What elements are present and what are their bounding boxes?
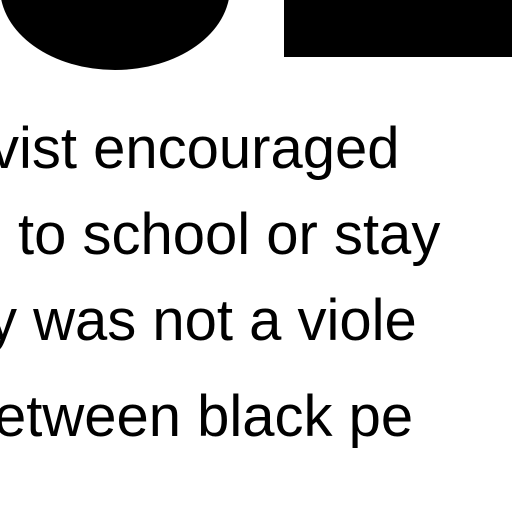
document-page: vist encouraged to school or stay y was … (0, 0, 512, 512)
text-line-1: vist encouraged (0, 116, 400, 181)
text-line-4: etween black pe (0, 384, 414, 449)
black-rectangle-graphic (284, 0, 512, 57)
text-line-2: to school or stay (18, 202, 441, 267)
text-line-3: y was not a viole (0, 288, 417, 353)
black-circle-graphic (0, 0, 230, 70)
